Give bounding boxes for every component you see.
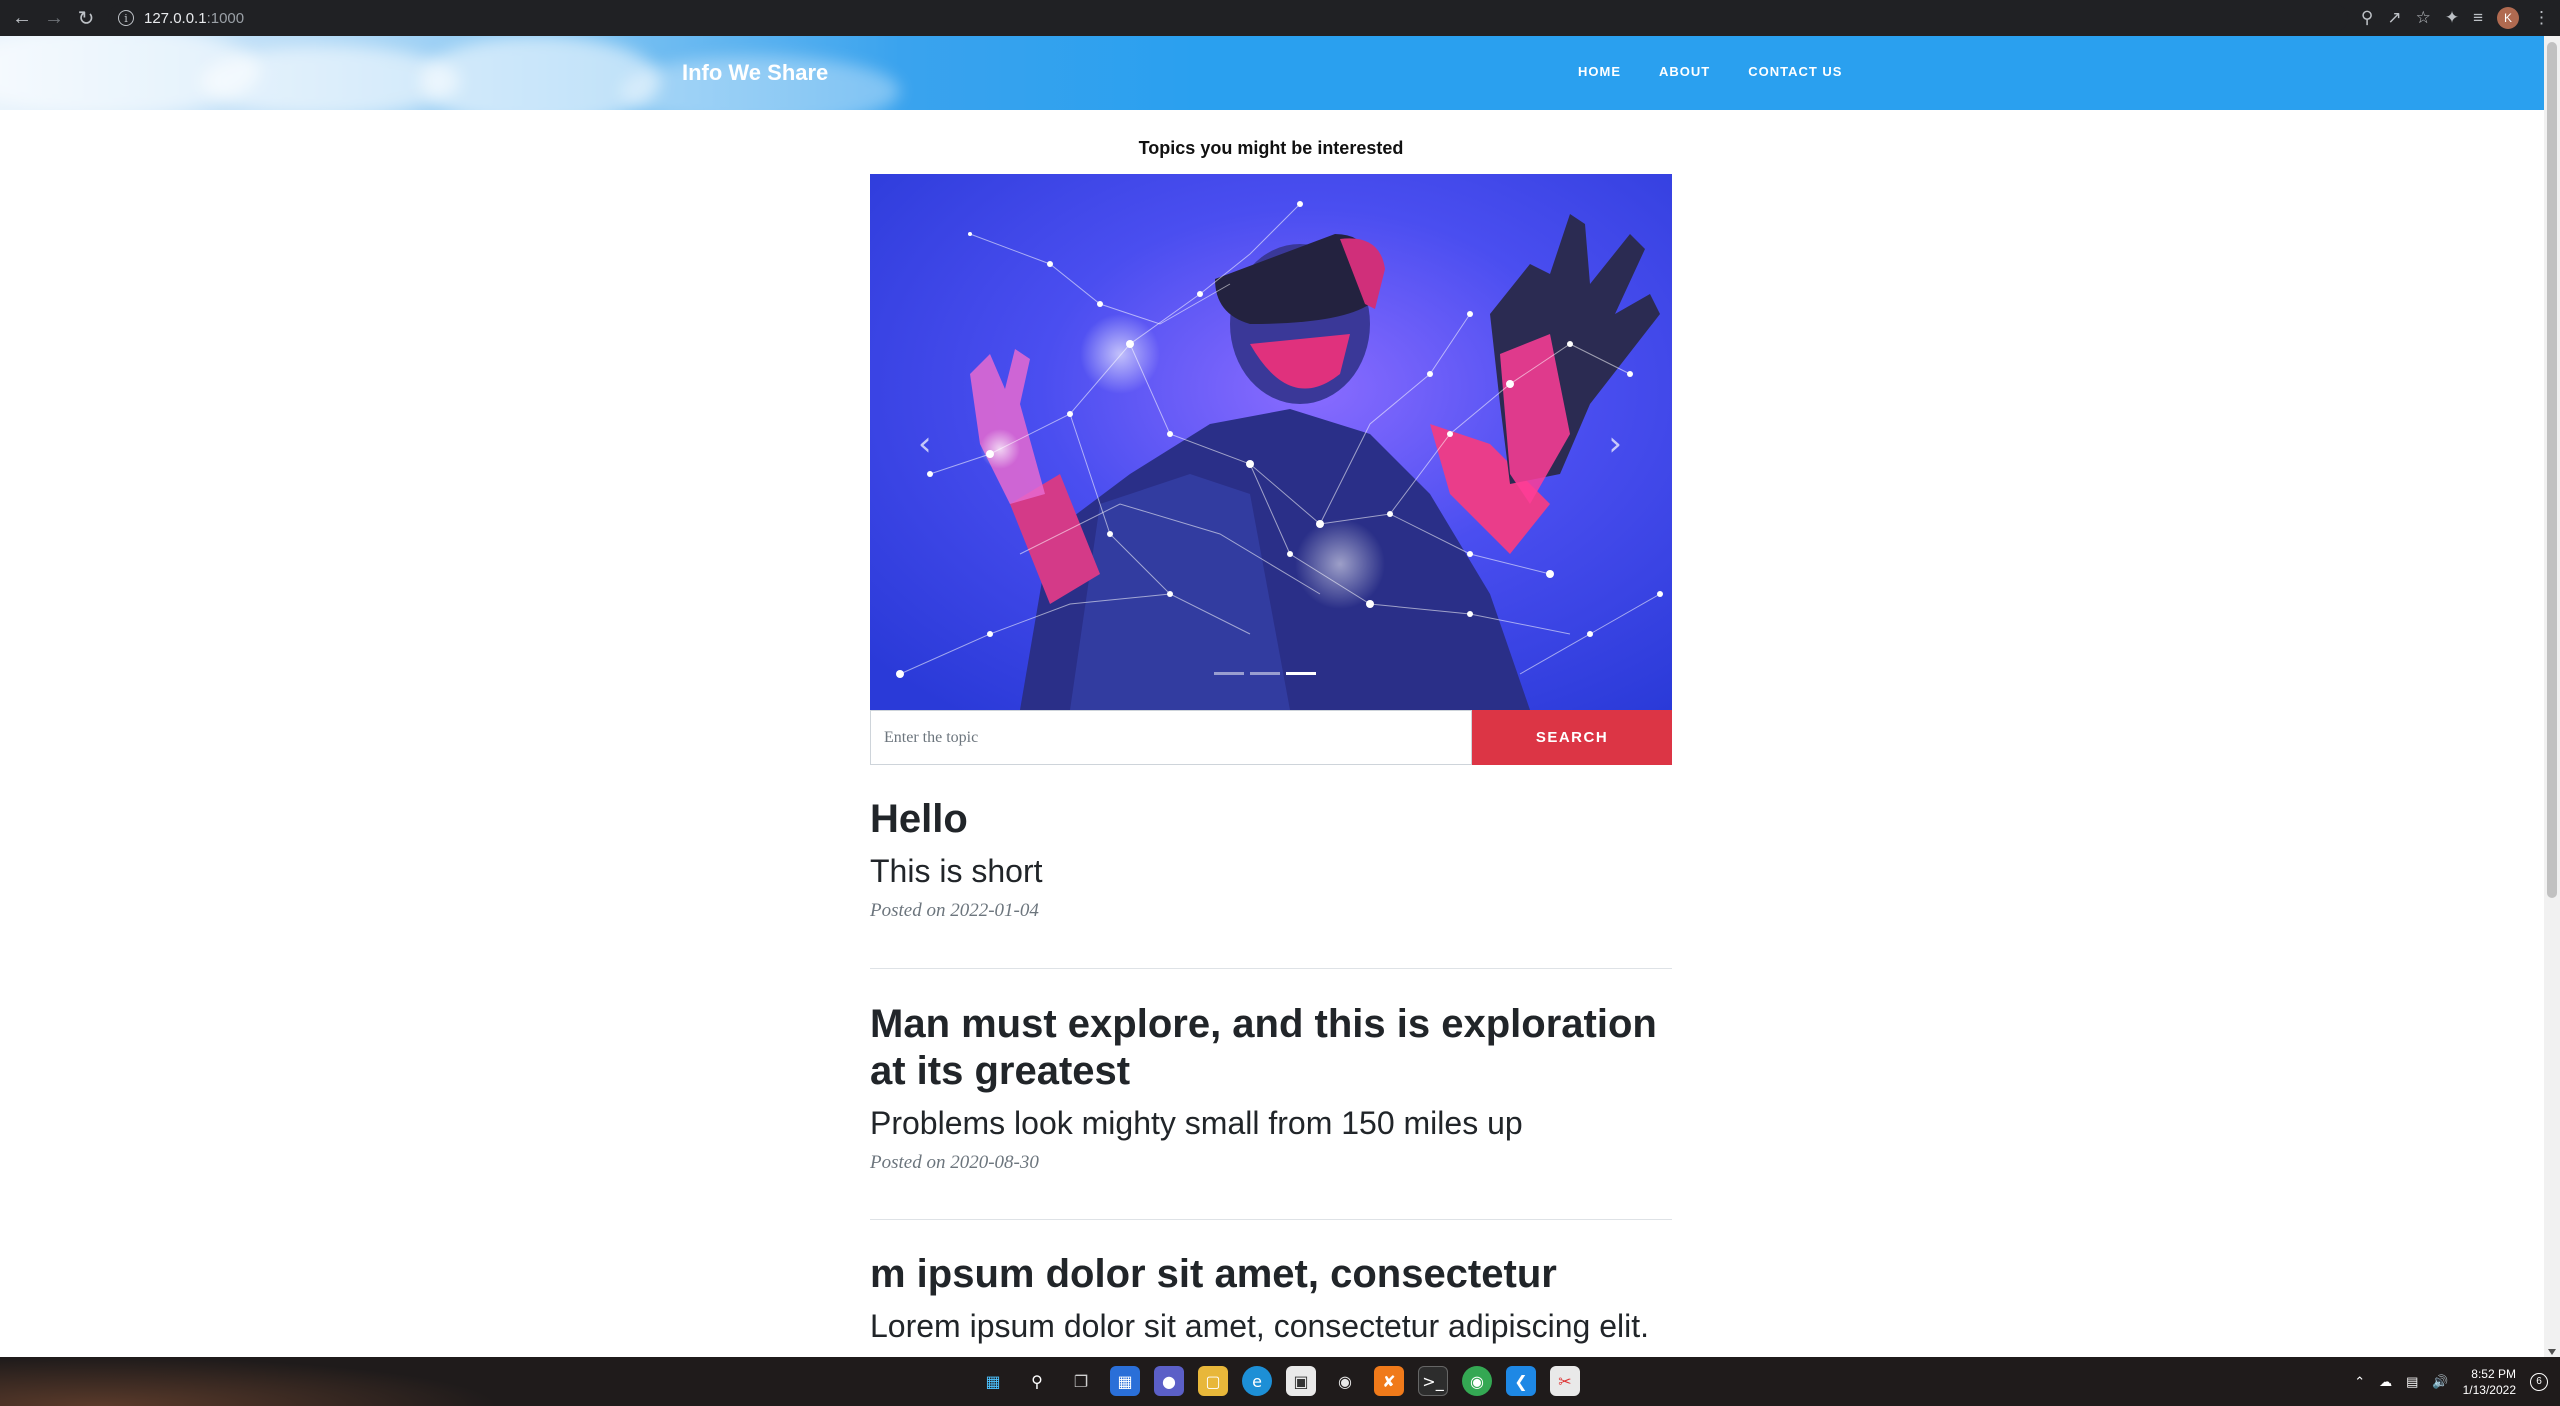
system-tray: ⌃ ☁ ▤ 🔊 8:52 PM 1/13/2022 6 xyxy=(2354,1357,2548,1406)
edge-browser-icon[interactable]: e xyxy=(1242,1366,1272,1396)
post-subtitle[interactable]: Problems look mighty small from 150 mile… xyxy=(870,1105,1672,1142)
file-explorer-icon[interactable]: ▢ xyxy=(1198,1366,1228,1396)
carousel-indicator[interactable] xyxy=(1214,672,1244,675)
post-preview[interactable]: Hello This is short Posted on 2022-01-04 xyxy=(870,796,1672,922)
task-view-icon[interactable]: ❐ xyxy=(1066,1366,1096,1396)
store-icon[interactable]: ▣ xyxy=(1286,1366,1316,1396)
page-viewport: Info We Share HOME ABOUT CONTACT US Topi… xyxy=(0,36,2544,1357)
topic-search-input[interactable] xyxy=(870,710,1472,765)
network-icon[interactable]: ▤ xyxy=(2406,1374,2418,1390)
bookmark-star-icon[interactable]: ☆ xyxy=(2416,8,2431,28)
address-bar[interactable]: i 127.0.0.1:1000 xyxy=(108,4,2348,32)
start-windows-icon[interactable]: ▦ xyxy=(978,1366,1008,1396)
snipping-tool-icon[interactable]: ✂ xyxy=(1550,1366,1580,1396)
post-preview[interactable]: m ipsum dolor sit amet, consectetur Lore… xyxy=(870,1251,1672,1345)
share-icon[interactable]: ↗ xyxy=(2387,8,2401,28)
clock-time: 8:52 PM xyxy=(2471,1366,2516,1381)
onedrive-cloud-icon[interactable]: ☁ xyxy=(2379,1374,2392,1390)
teams-chat-icon[interactable]: ● xyxy=(1154,1366,1184,1396)
forward-arrow-icon[interactable]: → xyxy=(38,2,70,34)
extensions-puzzle-icon[interactable]: ✦ xyxy=(2445,8,2459,28)
browser-menu-icon[interactable]: ⋮ xyxy=(2533,8,2550,28)
carousel-image xyxy=(870,174,1672,710)
clock-date: 1/13/2022 xyxy=(2462,1382,2516,1397)
carousel-indicators xyxy=(1214,672,1316,675)
post-title[interactable]: m ipsum dolor sit amet, consectetur xyxy=(870,1251,1672,1298)
carousel-next-button[interactable]: › xyxy=(1608,424,1622,464)
notification-badge[interactable]: 6 xyxy=(2530,1372,2548,1391)
site-navbar: Info We Share HOME ABOUT CONTACT US xyxy=(0,36,2544,126)
url-host: 127.0.0.1 xyxy=(144,9,207,27)
topic-carousel: ‹ › xyxy=(870,174,1672,710)
topics-heading: Topics you might be interested xyxy=(1138,138,1404,158)
carousel-prev-button[interactable]: ‹ xyxy=(918,424,932,464)
post-preview[interactable]: Man must explore, and this is exploratio… xyxy=(870,1001,1672,1174)
address-url[interactable]: 127.0.0.1:1000 xyxy=(144,10,244,27)
profile-avatar[interactable]: K xyxy=(2497,7,2519,29)
widgets-icon[interactable]: ▦ xyxy=(1110,1366,1140,1396)
url-port: :1000 xyxy=(206,9,245,27)
taskbar-clock[interactable]: 8:52 PM 1/13/2022 xyxy=(2463,1366,2516,1398)
reload-icon[interactable]: ↻ xyxy=(70,2,102,34)
search-bar: SEARCH xyxy=(870,710,1672,765)
post-subtitle[interactable]: Lorem ipsum dolor sit amet, consectetur … xyxy=(870,1308,1672,1345)
reading-list-icon[interactable]: ≡ xyxy=(2473,8,2483,28)
search-button[interactable]: SEARCH xyxy=(1472,710,1672,765)
page-scrollbar[interactable] xyxy=(2544,36,2560,1357)
xampp-icon[interactable]: ✘ xyxy=(1374,1366,1404,1396)
search-icon[interactable]: ⚲ xyxy=(1022,1366,1052,1396)
scrollbar-thumb[interactable] xyxy=(2547,42,2557,898)
alien-app-icon[interactable]: ◉ xyxy=(1330,1366,1360,1396)
nav-about-link[interactable]: ABOUT xyxy=(1659,64,1710,79)
post-divider xyxy=(870,1219,1672,1220)
site-nav: HOME ABOUT CONTACT US xyxy=(1578,64,1842,79)
chrome-browser-icon[interactable]: ◉ xyxy=(1462,1366,1492,1396)
terminal-icon[interactable]: >_ xyxy=(1418,1366,1448,1396)
tray-overflow-chevron-icon[interactable]: ⌃ xyxy=(2354,1374,2365,1390)
windows-taskbar: ▦ ⚲ ❐ ▦ ● ▢ e ▣ ◉ ✘ >_ ◉ ❮ ✂ ⌃ ☁ ▤ 🔊 8:5… xyxy=(0,1357,2560,1406)
post-title[interactable]: Man must explore, and this is exploratio… xyxy=(870,1001,1672,1095)
post-meta: Posted on 2022-01-04 xyxy=(870,900,1039,921)
vscode-icon[interactable]: ❮ xyxy=(1506,1366,1536,1396)
post-meta: Posted on 2020-08-30 xyxy=(870,1152,1039,1173)
post-divider xyxy=(870,968,1672,969)
browser-actions: ⚲ ↗ ☆ ✦ ≡ K ⋮ xyxy=(2361,4,2550,32)
post-title[interactable]: Hello xyxy=(870,796,1672,843)
post-subtitle[interactable]: This is short xyxy=(870,853,1672,890)
carousel-indicator[interactable] xyxy=(1286,672,1316,675)
volume-icon[interactable]: 🔊 xyxy=(2432,1374,2448,1390)
scroll-down-arrow-icon[interactable] xyxy=(2548,1349,2556,1355)
carousel-indicator[interactable] xyxy=(1250,672,1280,675)
site-info-icon[interactable]: i xyxy=(118,10,134,26)
nav-home-link[interactable]: HOME xyxy=(1578,64,1621,79)
nav-contact-link[interactable]: CONTACT US xyxy=(1748,64,1842,79)
zoom-icon[interactable]: ⚲ xyxy=(2361,8,2373,28)
site-brand[interactable]: Info We Share xyxy=(682,60,828,86)
taskbar-apps: ▦ ⚲ ❐ ▦ ● ▢ e ▣ ◉ ✘ >_ ◉ ❮ ✂ xyxy=(978,1366,1580,1396)
back-arrow-icon[interactable]: ← xyxy=(6,2,38,34)
browser-toolbar: ← → ↻ i 127.0.0.1:1000 ⚲ ↗ ☆ ✦ ≡ K ⋮ xyxy=(0,0,2560,36)
